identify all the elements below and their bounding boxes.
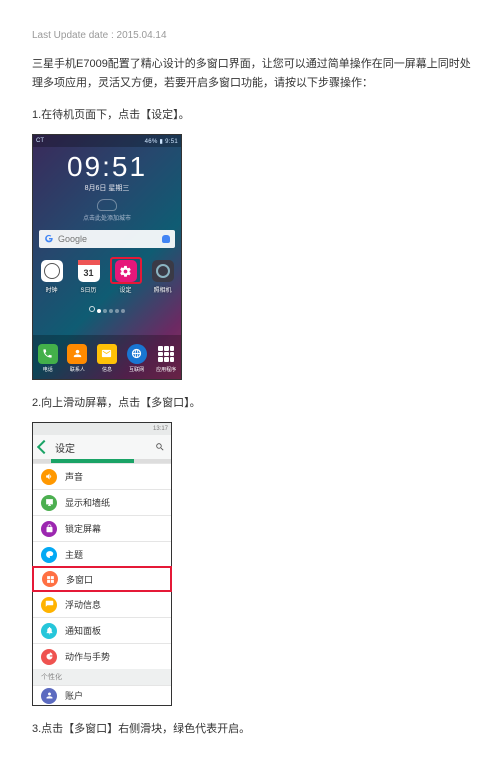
calendar-icon: 31: [78, 260, 100, 282]
dock-contacts[interactable]: 联系人: [65, 344, 89, 373]
search-label: Google: [58, 234, 87, 244]
settings-item-display[interactable]: 显示和墙纸: [33, 489, 171, 515]
display-icon: [41, 495, 57, 511]
gesture-icon: [41, 649, 57, 665]
floating-icon: [41, 597, 57, 613]
intro-paragraph: 三星手机E7009配置了精心设计的多窗口界面，让您可以通过简单操作在同一屏幕上同…: [32, 55, 472, 92]
settings-item-theme[interactable]: 主题: [33, 541, 171, 567]
settings-item-floating[interactable]: 浮动信息: [33, 591, 171, 617]
settings-item-multiwindow[interactable]: 多窗口: [32, 566, 172, 592]
weather-icon: [97, 199, 117, 211]
app-clock[interactable]: 时钟: [39, 260, 65, 294]
status-bar: CT 46% ▮ 9:51: [33, 135, 181, 147]
search-g-icon: [44, 234, 54, 244]
gear-icon: [115, 260, 137, 282]
settings-item-account[interactable]: 账户: [33, 685, 171, 705]
account-icon: [41, 688, 57, 704]
status-left: CT: [36, 138, 44, 144]
weather-label: 点击此处添加城市: [33, 213, 181, 222]
header-title: 设定: [55, 440, 75, 455]
clock-time: 09:51: [33, 153, 181, 181]
section-divider: 个性化: [33, 669, 171, 685]
app-calendar[interactable]: 31 S日历: [76, 260, 102, 294]
dock-apps[interactable]: 应用程序: [154, 344, 178, 373]
google-search-bar[interactable]: Google: [39, 230, 175, 248]
dock-internet[interactable]: 互联网: [125, 344, 149, 373]
lock-icon: [41, 521, 57, 537]
camera-icon: [152, 260, 174, 282]
status-right: 46% ▮ 9:51: [145, 138, 178, 145]
page-indicator: [33, 302, 181, 316]
sound-icon: [41, 469, 57, 485]
step-1-label: 1.在待机页面下，点击【设定】。: [32, 106, 472, 122]
message-icon: [97, 344, 117, 364]
contact-icon: [67, 344, 87, 364]
dock: 电话 联系人 信息 互联网 应用程序: [33, 335, 181, 379]
status-time: 13:17: [153, 426, 168, 432]
app-camera[interactable]: 照相机: [150, 260, 176, 294]
app-settings[interactable]: 设定: [113, 260, 139, 294]
settings-header: 设定: [33, 435, 171, 459]
globe-icon: [127, 344, 147, 364]
multiwindow-icon: [42, 571, 58, 587]
notification-icon: [41, 623, 57, 639]
search-icon[interactable]: [155, 442, 165, 452]
step-3-label: 3.点击【多窗口】右侧滑块，绿色代表开启。: [32, 720, 472, 736]
settings-item-gesture[interactable]: 动作与手势: [33, 643, 171, 669]
theme-icon: [41, 547, 57, 563]
screenshot-home: CT 46% ▮ 9:51 09:51 8月6日 星期三 点击此处添加城市 Go…: [32, 134, 182, 380]
clock-icon: [41, 260, 63, 282]
phone-icon: [38, 344, 58, 364]
settings-item-lock[interactable]: 锁定屏幕: [33, 515, 171, 541]
screenshot-settings: 13:17 设定 声音 显示和墙纸 锁定屏幕: [32, 422, 172, 706]
dock-phone[interactable]: 电话: [36, 344, 60, 373]
dock-messages[interactable]: 信息: [95, 344, 119, 373]
mic-icon: [162, 235, 170, 243]
step-2-label: 2.向上滑动屏幕，点击【多窗口】。: [32, 394, 472, 410]
settings-item-sound[interactable]: 声音: [33, 463, 171, 489]
settings-item-notification[interactable]: 通知面板: [33, 617, 171, 643]
status-bar: 13:17: [33, 423, 171, 435]
apps-icon: [156, 344, 176, 364]
back-icon[interactable]: [37, 440, 51, 454]
clock-date: 8月6日 星期三: [33, 183, 181, 193]
update-date: Last Update date : 2015.04.14: [32, 30, 472, 41]
